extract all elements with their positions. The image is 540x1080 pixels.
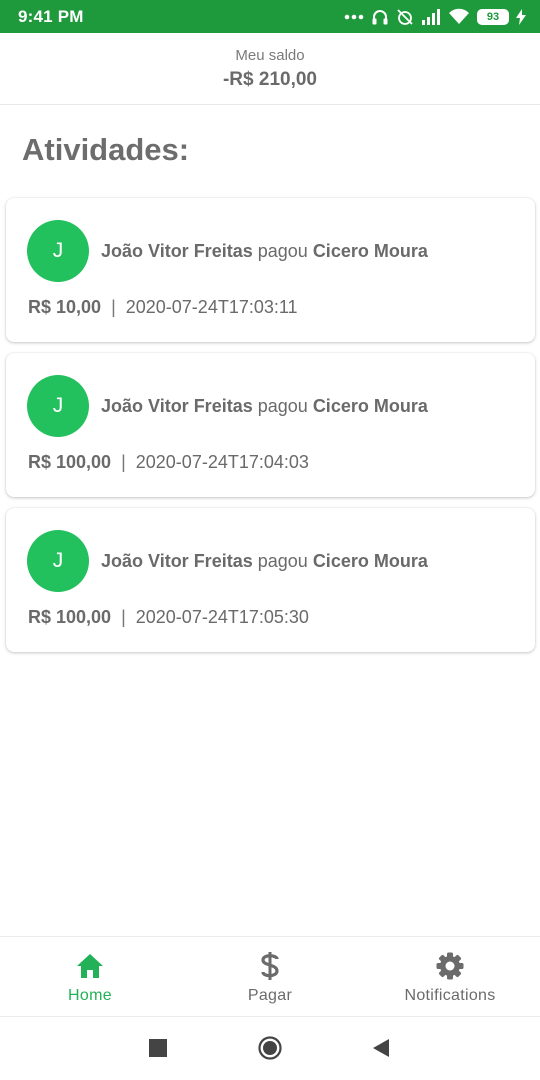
activity-amount: R$ 100,00 bbox=[28, 607, 112, 627]
payer-name: João Vitor Freitas bbox=[101, 241, 253, 261]
home-circle-icon[interactable] bbox=[258, 1036, 282, 1060]
tab-pagar[interactable]: Pagar bbox=[180, 937, 360, 1016]
tab-home[interactable]: Home bbox=[0, 937, 180, 1016]
tab-notifications-label: Notifications bbox=[404, 987, 496, 1004]
wifi-icon bbox=[449, 8, 469, 24]
balance-header: Meu saldo -R$ 210,00 bbox=[0, 33, 540, 105]
activity-list: J João Vitor Freitas pagou Cicero Moura … bbox=[6, 198, 535, 663]
tab-notifications[interactable]: Notifications bbox=[360, 937, 540, 1016]
meta-separator: | bbox=[111, 297, 116, 317]
avatar: J bbox=[27, 530, 89, 592]
gear-icon bbox=[435, 951, 465, 981]
app-screen: 9:41 PM 93 Meu saldo -R$ 210,00 Atividad… bbox=[0, 0, 540, 1080]
system-nav-bar bbox=[0, 1016, 540, 1080]
activity-timestamp: 2020-07-24T17:03:11 bbox=[125, 297, 298, 317]
activity-verb: pagou bbox=[257, 551, 308, 571]
activity-description: João Vitor Freitas pagou Cicero Moura bbox=[101, 551, 428, 572]
activity-card[interactable]: J João Vitor Freitas pagou Cicero Moura … bbox=[6, 508, 535, 652]
status-time: 9:41 PM bbox=[18, 6, 84, 26]
tab-home-label: Home bbox=[68, 987, 112, 1004]
activity-timestamp: 2020-07-24T17:05:30 bbox=[135, 607, 309, 627]
activity-description: João Vitor Freitas pagou Cicero Moura bbox=[101, 396, 428, 417]
activity-amount: R$ 100,00 bbox=[28, 452, 112, 472]
payee-name: Cicero Moura bbox=[312, 241, 428, 261]
activity-card[interactable]: J João Vitor Freitas pagou Cicero Moura … bbox=[6, 353, 535, 497]
activity-timestamp: 2020-07-24T17:04:03 bbox=[135, 452, 309, 472]
battery-icon: 93 bbox=[477, 8, 509, 25]
payer-name: João Vitor Freitas bbox=[101, 551, 253, 571]
bottom-nav: Home Pagar Notifications bbox=[0, 936, 540, 1016]
dollar-icon bbox=[255, 951, 285, 981]
charging-icon bbox=[516, 8, 526, 25]
status-bar: 9:41 PM 93 bbox=[0, 0, 540, 33]
activity-verb: pagou bbox=[257, 241, 308, 261]
avatar: J bbox=[27, 220, 89, 282]
avatar: J bbox=[27, 375, 89, 437]
section-title: Atividades: bbox=[22, 132, 190, 167]
payee-name: Cicero Moura bbox=[312, 551, 428, 571]
alarm-off-icon bbox=[397, 8, 413, 25]
balance-value: -R$ 210,00 bbox=[222, 69, 317, 90]
activity-amount: R$ 10,00 bbox=[28, 297, 102, 317]
back-triangle-icon[interactable] bbox=[372, 1039, 390, 1057]
activity-meta: R$ 100,00 | 2020-07-24T17:04:03 bbox=[28, 452, 309, 473]
payee-name: Cicero Moura bbox=[312, 396, 428, 416]
activity-meta: R$ 10,00 | 2020-07-24T17:03:11 bbox=[28, 297, 298, 318]
activity-description: João Vitor Freitas pagou Cicero Moura bbox=[101, 241, 428, 262]
activity-verb: pagou bbox=[257, 396, 308, 416]
meta-separator: | bbox=[121, 607, 126, 627]
meta-separator: | bbox=[121, 452, 126, 472]
payer-name: João Vitor Freitas bbox=[101, 396, 253, 416]
headphones-icon bbox=[372, 9, 388, 24]
home-icon bbox=[75, 951, 105, 981]
more-dots-icon bbox=[344, 14, 364, 19]
status-icons: 93 bbox=[344, 8, 526, 26]
activity-meta: R$ 100,00 | 2020-07-24T17:05:30 bbox=[28, 607, 309, 628]
activity-card[interactable]: J João Vitor Freitas pagou Cicero Moura … bbox=[6, 198, 535, 342]
tab-pagar-label: Pagar bbox=[247, 987, 293, 1004]
recents-square-icon[interactable] bbox=[149, 1039, 167, 1057]
signal-icon bbox=[422, 8, 440, 25]
balance-label: Meu saldo bbox=[235, 47, 305, 64]
